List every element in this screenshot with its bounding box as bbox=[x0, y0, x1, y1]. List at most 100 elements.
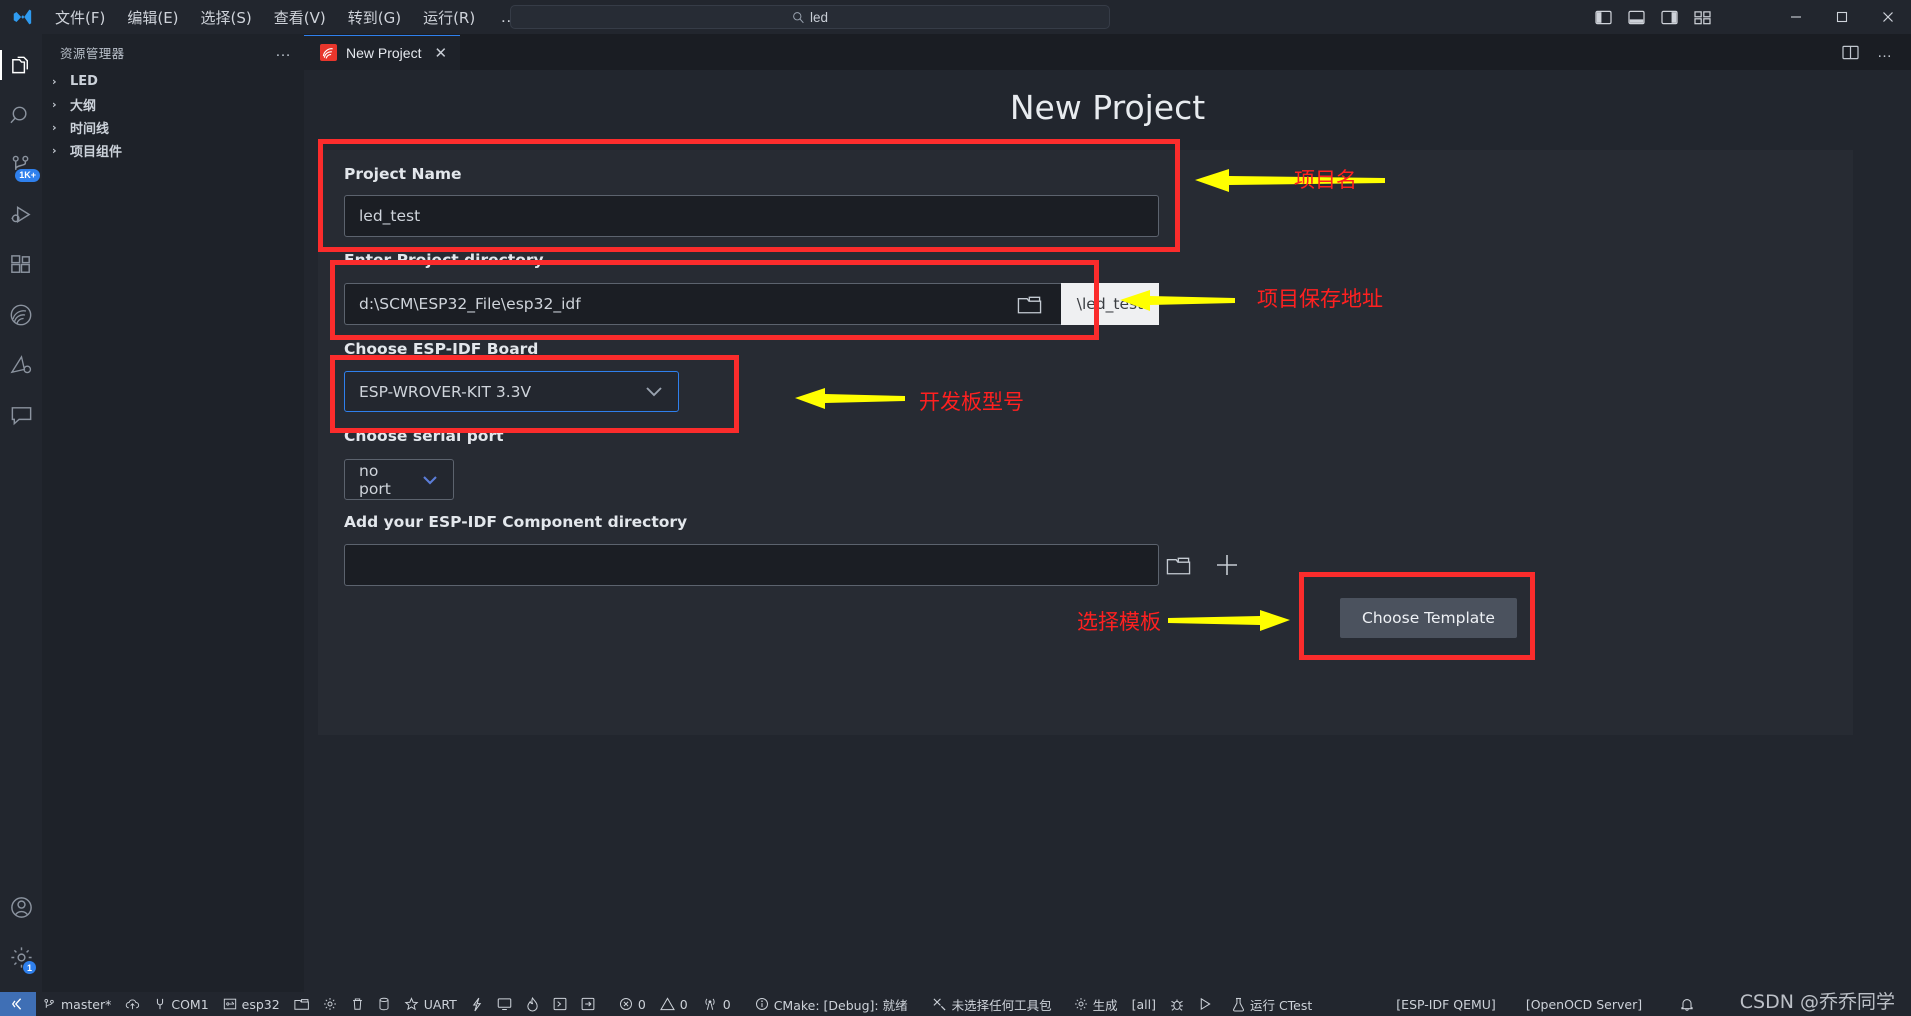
status-esp-idf-qemu[interactable]: [ESP-IDF QEMU] bbox=[1389, 992, 1503, 1016]
close-icon[interactable]: ✕ bbox=[434, 44, 447, 62]
sidebar-item-project-components[interactable]: › 项目组件 bbox=[42, 139, 304, 162]
activity-item-comments[interactable] bbox=[0, 390, 42, 440]
component-directory-label: Add your ESP-IDF Component directory bbox=[344, 513, 688, 531]
sidebar-item-label: 时间线 bbox=[70, 122, 110, 137]
activity-item-platformio[interactable] bbox=[0, 340, 42, 390]
activity-item-extensions[interactable] bbox=[0, 240, 42, 290]
command-search-input[interactable]: led bbox=[510, 5, 1110, 29]
status-problems-warnings[interactable]: 0 bbox=[653, 992, 695, 1016]
editor-actions: … bbox=[1842, 34, 1911, 70]
ellipsis-icon[interactable]: … bbox=[1877, 44, 1893, 61]
status-flash-method[interactable]: UART bbox=[397, 992, 464, 1016]
add-component-directory-icon[interactable] bbox=[1212, 550, 1242, 580]
serial-port-value: no port bbox=[359, 461, 391, 498]
sidebar-item-led[interactable]: › LED bbox=[42, 70, 304, 93]
new-project-form: Project Name led_test Enter Project dire… bbox=[318, 150, 1853, 735]
split-editor-icon[interactable] bbox=[1842, 45, 1859, 60]
status-monitor-device[interactable] bbox=[490, 992, 519, 1016]
activity-item-search[interactable] bbox=[0, 90, 42, 140]
status-label: [all] bbox=[1131, 996, 1156, 1012]
status-build-flash-monitor[interactable] bbox=[464, 992, 490, 1016]
activity-item-source-control[interactable]: 1K+ bbox=[0, 140, 42, 190]
new-project-editor: New Project Project Name led_test Enter … bbox=[304, 70, 1911, 992]
status-problems-errors[interactable]: 0 bbox=[612, 992, 653, 1016]
status-cmake-kit[interactable]: 未选择任何工具包 bbox=[925, 992, 1059, 1016]
choose-template-button[interactable]: Choose Template bbox=[1340, 598, 1517, 638]
sidebar-item-label: 大纲 bbox=[70, 99, 97, 114]
menu-file[interactable]: 文件(F) bbox=[44, 3, 116, 32]
sidebar-more-icon[interactable]: … bbox=[275, 43, 292, 61]
status-openocd-server[interactable]: [OpenOCD Server] bbox=[1519, 992, 1649, 1016]
status-idf-target[interactable]: esp32 bbox=[216, 992, 287, 1016]
project-name-input[interactable]: led_test bbox=[344, 195, 1159, 237]
menu-go[interactable]: 转到(G) bbox=[337, 3, 412, 32]
toggle-primary-sidebar-icon[interactable] bbox=[1595, 10, 1612, 25]
remote-window-indicator[interactable] bbox=[0, 992, 36, 1016]
serial-port-select[interactable]: no port bbox=[344, 459, 454, 500]
status-idf-terminal[interactable] bbox=[574, 992, 602, 1016]
browse-component-directory-icon[interactable] bbox=[1163, 552, 1193, 578]
status-cmake-status[interactable]: CMake: [Debug]: 就绪 bbox=[748, 992, 915, 1016]
activity-item-settings[interactable]: 1 bbox=[0, 932, 42, 982]
maximize-button[interactable] bbox=[1819, 0, 1865, 34]
sidebar-item-label: LED bbox=[70, 74, 98, 89]
activity-item-espressif-idf[interactable] bbox=[0, 290, 42, 340]
board-select[interactable]: ESP-WROVER-KIT 3.3V bbox=[344, 371, 679, 412]
board-label: Choose ESP-IDF Board bbox=[344, 340, 539, 358]
status-label: master* bbox=[61, 996, 112, 1012]
radio-tower-icon bbox=[702, 997, 718, 1011]
terminal-icon bbox=[553, 997, 567, 1011]
folder-icon bbox=[294, 997, 309, 1011]
status-radio-ports[interactable]: 0 bbox=[695, 992, 738, 1016]
status-label: 0 bbox=[637, 996, 646, 1012]
flame-bolt-icon bbox=[471, 997, 483, 1012]
layout-controls bbox=[1595, 0, 1711, 34]
status-run-ctest[interactable]: 运行 CTest bbox=[1225, 992, 1319, 1016]
board-select-value: ESP-WROVER-KIT 3.3V bbox=[359, 382, 532, 401]
activity-item-accounts[interactable] bbox=[0, 882, 42, 932]
status-cmake-debug[interactable] bbox=[1163, 992, 1191, 1016]
menu-run[interactable]: 运行(R) bbox=[412, 3, 486, 32]
status-open-folder[interactable] bbox=[287, 992, 316, 1016]
customize-layout-icon[interactable] bbox=[1694, 10, 1711, 25]
project-directory-input[interactable]: d:\SCM\ESP32_File\esp32_idf bbox=[344, 283, 1061, 325]
menu-view[interactable]: 查看(V) bbox=[263, 3, 337, 32]
chevron-down-icon bbox=[644, 385, 664, 398]
tab-new-project[interactable]: New Project ✕ bbox=[304, 34, 461, 70]
close-window-button[interactable] bbox=[1865, 0, 1911, 34]
page-title: New Project bbox=[1009, 88, 1206, 127]
sidebar-item-outline[interactable]: › 大纲 bbox=[42, 93, 304, 116]
status-cmake-build[interactable]: 生成 bbox=[1067, 992, 1125, 1016]
status-serial-port[interactable]: COM1 bbox=[147, 992, 215, 1016]
editor-tab-bar: New Project ✕ … bbox=[304, 34, 1911, 70]
annotation-project-name: 项目名 bbox=[1294, 168, 1357, 192]
menu-edit[interactable]: 编辑(E) bbox=[116, 3, 189, 32]
toggle-secondary-sidebar-icon[interactable] bbox=[1661, 10, 1678, 25]
monitor-icon bbox=[497, 997, 512, 1011]
status-erase-flash[interactable] bbox=[371, 992, 397, 1016]
database-icon bbox=[378, 997, 390, 1011]
project-name-label: Project Name bbox=[344, 165, 462, 183]
minimize-button[interactable] bbox=[1773, 0, 1819, 34]
status-notifications[interactable] bbox=[1673, 992, 1701, 1016]
status-cmake-launch[interactable] bbox=[1191, 992, 1219, 1016]
status-bar: master* COM1 esp32 UART 0 0 0 CMake: [De… bbox=[0, 992, 1911, 1016]
activity-item-run-and-debug[interactable] bbox=[0, 190, 42, 240]
sidebar-item-timeline[interactable]: › 时间线 bbox=[42, 116, 304, 139]
toggle-panel-icon[interactable] bbox=[1628, 10, 1645, 25]
project-directory-suffix: \led_test bbox=[1061, 283, 1159, 325]
status-sdk-configuration[interactable] bbox=[316, 992, 344, 1016]
chip-icon bbox=[223, 997, 237, 1011]
menu-selection[interactable]: 选择(S) bbox=[190, 3, 263, 32]
search-value: led bbox=[809, 9, 828, 25]
status-cmake-build-target[interactable]: [all] bbox=[1125, 992, 1163, 1016]
activity-item-explorer[interactable] bbox=[0, 40, 42, 90]
status-full-clean[interactable] bbox=[344, 992, 371, 1016]
browse-project-directory-icon[interactable] bbox=[1014, 291, 1044, 317]
component-directory-input[interactable] bbox=[344, 544, 1159, 586]
status-open-terminal[interactable] bbox=[546, 992, 574, 1016]
status-label: [OpenOCD Server] bbox=[1525, 996, 1643, 1012]
status-git-sync[interactable] bbox=[118, 992, 147, 1016]
status-flash-device[interactable] bbox=[519, 992, 546, 1016]
status-git-branch[interactable]: master* bbox=[36, 992, 118, 1016]
